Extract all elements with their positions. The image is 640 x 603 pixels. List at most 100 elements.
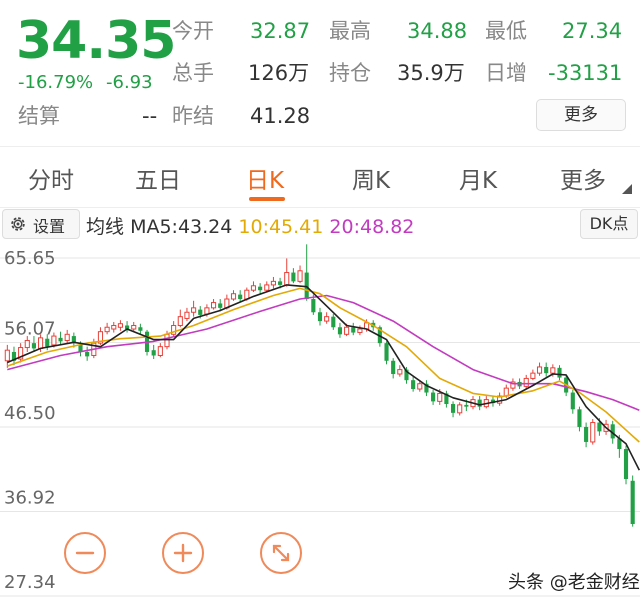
candle-body-up bbox=[417, 383, 423, 390]
candle-body-down bbox=[351, 327, 356, 333]
candle-body-up bbox=[523, 377, 529, 387]
candle-body-down bbox=[431, 392, 436, 402]
candle-body-down bbox=[317, 312, 323, 322]
candle-body-down bbox=[450, 404, 456, 413]
candle-body-up bbox=[111, 324, 117, 330]
candle-body-up bbox=[191, 307, 197, 313]
y-tick-label: 27.34 bbox=[4, 572, 56, 593]
y-tick-label: 56.07 bbox=[4, 319, 56, 340]
volume-label: 总手 bbox=[172, 61, 214, 85]
daily-increase-value: -33131 bbox=[548, 61, 623, 85]
candle-body-up bbox=[24, 339, 30, 349]
candle-body-up bbox=[284, 272, 290, 286]
candle-body-up bbox=[344, 326, 350, 335]
tab-weekly-k[interactable]: 周K bbox=[352, 161, 390, 195]
minus-icon bbox=[75, 551, 95, 555]
volume-value: 126万 bbox=[248, 61, 310, 85]
ma-title: 均线 bbox=[86, 216, 125, 238]
open-label: 今开 bbox=[172, 19, 214, 43]
settle-value: -- bbox=[142, 104, 158, 128]
prev-settle-value: 41.28 bbox=[250, 104, 311, 128]
candle-body-up bbox=[397, 369, 403, 375]
candle-body-down bbox=[278, 281, 283, 285]
candle-body-up bbox=[457, 404, 463, 414]
settings-button[interactable]: 设置 bbox=[2, 209, 80, 239]
candle-body-down bbox=[630, 480, 635, 525]
ma5-line bbox=[6, 284, 640, 471]
candle-body-down bbox=[411, 380, 416, 390]
ma-legend: 均线 MA5:43.24 10:45.41 20:48.82 bbox=[86, 212, 414, 239]
expand-icon bbox=[272, 544, 290, 562]
candle-body-down bbox=[291, 272, 296, 282]
y-tick-label: 36.92 bbox=[4, 487, 56, 508]
candle-body-down bbox=[464, 404, 469, 407]
low-value: 27.34 bbox=[562, 19, 623, 43]
more-dropdown-icon bbox=[622, 184, 632, 194]
high-label: 最高 bbox=[329, 19, 371, 43]
candle-body-down bbox=[577, 409, 582, 427]
more-button[interactable]: 更多 bbox=[536, 99, 626, 131]
candle-body-up bbox=[131, 324, 137, 330]
position-label: 持仓 bbox=[329, 61, 371, 85]
ma5-value: MA5:43.24 bbox=[130, 216, 233, 238]
candle-body-down bbox=[45, 338, 50, 347]
candle-body-up bbox=[4, 349, 10, 362]
watermark: 头条 @老金财经 bbox=[508, 572, 640, 593]
candle-body-up bbox=[157, 346, 163, 356]
zoom-in-button[interactable] bbox=[162, 532, 204, 574]
candle-body-up bbox=[297, 270, 303, 282]
ma20-line bbox=[7, 294, 640, 411]
tab-daily-k[interactable]: 日K bbox=[246, 161, 284, 195]
candle-body-up bbox=[177, 316, 183, 326]
candle-body-up bbox=[104, 326, 110, 333]
candle-body-down bbox=[570, 392, 575, 410]
candle-body-down bbox=[337, 327, 343, 335]
tab-minute[interactable]: 分时 bbox=[28, 161, 74, 195]
candle-body-up bbox=[530, 372, 536, 379]
candle-body-down bbox=[597, 422, 602, 432]
candle-body-up bbox=[117, 323, 123, 328]
candle-body-down bbox=[238, 294, 243, 300]
candle-body-down bbox=[584, 426, 589, 442]
candle-body-down bbox=[31, 343, 36, 349]
candle-body-down bbox=[151, 350, 156, 356]
candle-body-down bbox=[58, 337, 63, 342]
high-value: 34.88 bbox=[407, 19, 468, 43]
candle-body-down bbox=[331, 316, 336, 328]
candle-body-up bbox=[590, 422, 596, 443]
candle-body-up bbox=[230, 293, 237, 300]
zoom-out-button[interactable] bbox=[64, 532, 106, 574]
ma10-line bbox=[7, 287, 640, 443]
candle-body-down bbox=[623, 449, 629, 480]
candle-body-down bbox=[391, 360, 396, 375]
fullscreen-button[interactable] bbox=[260, 532, 302, 574]
ma20-value: 20:48.82 bbox=[329, 216, 415, 238]
candle-body-up bbox=[204, 307, 210, 315]
change-percent: -16.79% bbox=[18, 72, 94, 93]
change-amount: -6.93 bbox=[106, 72, 153, 93]
candle-body-up bbox=[264, 284, 270, 291]
candle-body-up bbox=[536, 366, 543, 374]
active-tab-indicator bbox=[249, 197, 285, 201]
candle-body-down bbox=[557, 367, 562, 378]
tab-five-day[interactable]: 五日 bbox=[135, 161, 181, 195]
candle-body-up bbox=[164, 333, 170, 348]
gear-icon bbox=[11, 217, 25, 231]
tab-monthly-k[interactable]: 月K bbox=[459, 161, 497, 195]
candle-body-up bbox=[250, 285, 257, 291]
prev-settle-label: 昨结 bbox=[172, 104, 214, 128]
candle-body-up bbox=[64, 333, 70, 341]
ma10-value: 10:45.41 bbox=[238, 216, 324, 238]
candle-body-up bbox=[357, 328, 363, 334]
candle-body-up bbox=[184, 311, 190, 319]
candle-body-up bbox=[244, 289, 250, 300]
dk-point-button[interactable]: DK点 bbox=[580, 209, 638, 239]
candle-body-up bbox=[324, 316, 330, 322]
candle-body-down bbox=[138, 327, 143, 331]
candle-body-down bbox=[258, 286, 263, 291]
candle-body-down bbox=[85, 351, 90, 357]
candle-body-up bbox=[550, 367, 556, 374]
settle-label: 结算 bbox=[18, 104, 60, 128]
candle-body-up bbox=[210, 302, 217, 309]
tab-more[interactable]: 更多 bbox=[560, 161, 606, 195]
